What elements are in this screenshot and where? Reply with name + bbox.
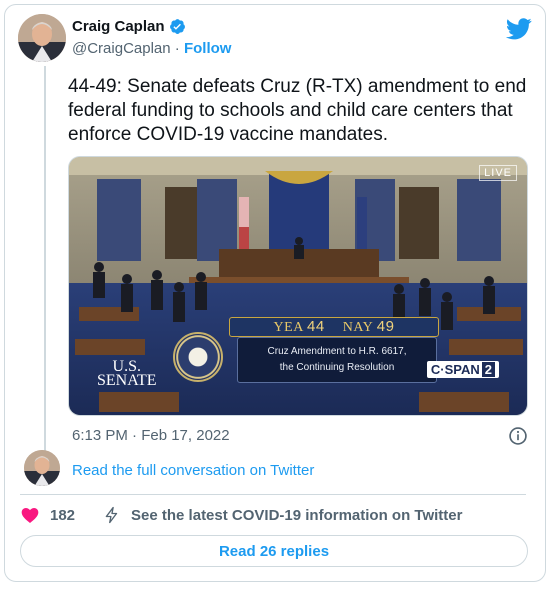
author-avatar[interactable]: [18, 14, 66, 62]
vote-caption-box: Cruz Amendment to H.R. 6617, the Continu…: [237, 337, 437, 383]
cspan-name: C·SPAN: [430, 362, 480, 377]
yea-label: YEA: [273, 320, 304, 335]
caption-line-1: Cruz Amendment to H.R. 6617,: [267, 346, 407, 357]
live-badge: LIVE: [479, 165, 517, 181]
divider: [20, 494, 526, 495]
follow-button[interactable]: Follow: [184, 40, 232, 57]
author-avatar-small[interactable]: [24, 450, 60, 486]
thread-line: [44, 66, 46, 452]
covid-info-text: See the latest COVID-19 information on T…: [131, 506, 463, 524]
heart-icon[interactable]: [20, 505, 40, 525]
read-conversation-link[interactable]: Read the full conversation on Twitter: [72, 462, 314, 479]
author-handle[interactable]: @CraigCaplan: [72, 40, 171, 57]
author-name-row: Craig Caplan: [72, 18, 186, 35]
caption-line-2: the Continuing Resolution: [279, 362, 395, 373]
separator-dot: ·: [174, 40, 180, 57]
tweet-media-image[interactable]: LIVE YEA 44 NAY 49 Cruz Amendment to H.R…: [68, 156, 528, 416]
lightning-bolt-icon: [105, 506, 118, 524]
tweet-timestamp[interactable]: 6:13 PM · Feb 17, 2022: [72, 427, 230, 444]
actions-row: 182 See the latest COVID-19 information …: [20, 504, 462, 526]
nay-label: NAY: [342, 320, 373, 335]
vote-tally-bar: YEA 44 NAY 49: [229, 317, 439, 337]
senate-seal-icon: [173, 332, 223, 382]
cspan-logo: C·SPAN 2: [426, 361, 499, 378]
twitter-bird-icon[interactable]: [506, 18, 532, 40]
read-replies-button[interactable]: Read 26 replies: [20, 535, 528, 567]
us-senate-line-2: SENATE: [97, 372, 157, 389]
cspan-channel: 2: [481, 362, 495, 377]
verified-badge-icon: [169, 19, 185, 34]
tweet-text: 44-49: Senate defeats Cruz (R-TX) amendm…: [68, 76, 527, 145]
author-display-name[interactable]: Craig Caplan: [72, 18, 165, 35]
like-count[interactable]: 182: [50, 507, 75, 524]
yea-count: 44: [307, 318, 325, 335]
covid-info-link[interactable]: See the latest COVID-19 information on T…: [103, 505, 462, 525]
nay-count: 49: [376, 318, 395, 335]
info-icon[interactable]: [508, 426, 528, 446]
author-handle-row: @CraigCaplan · Follow: [72, 40, 231, 57]
us-senate-logo: U.S. SENATE: [97, 359, 157, 389]
